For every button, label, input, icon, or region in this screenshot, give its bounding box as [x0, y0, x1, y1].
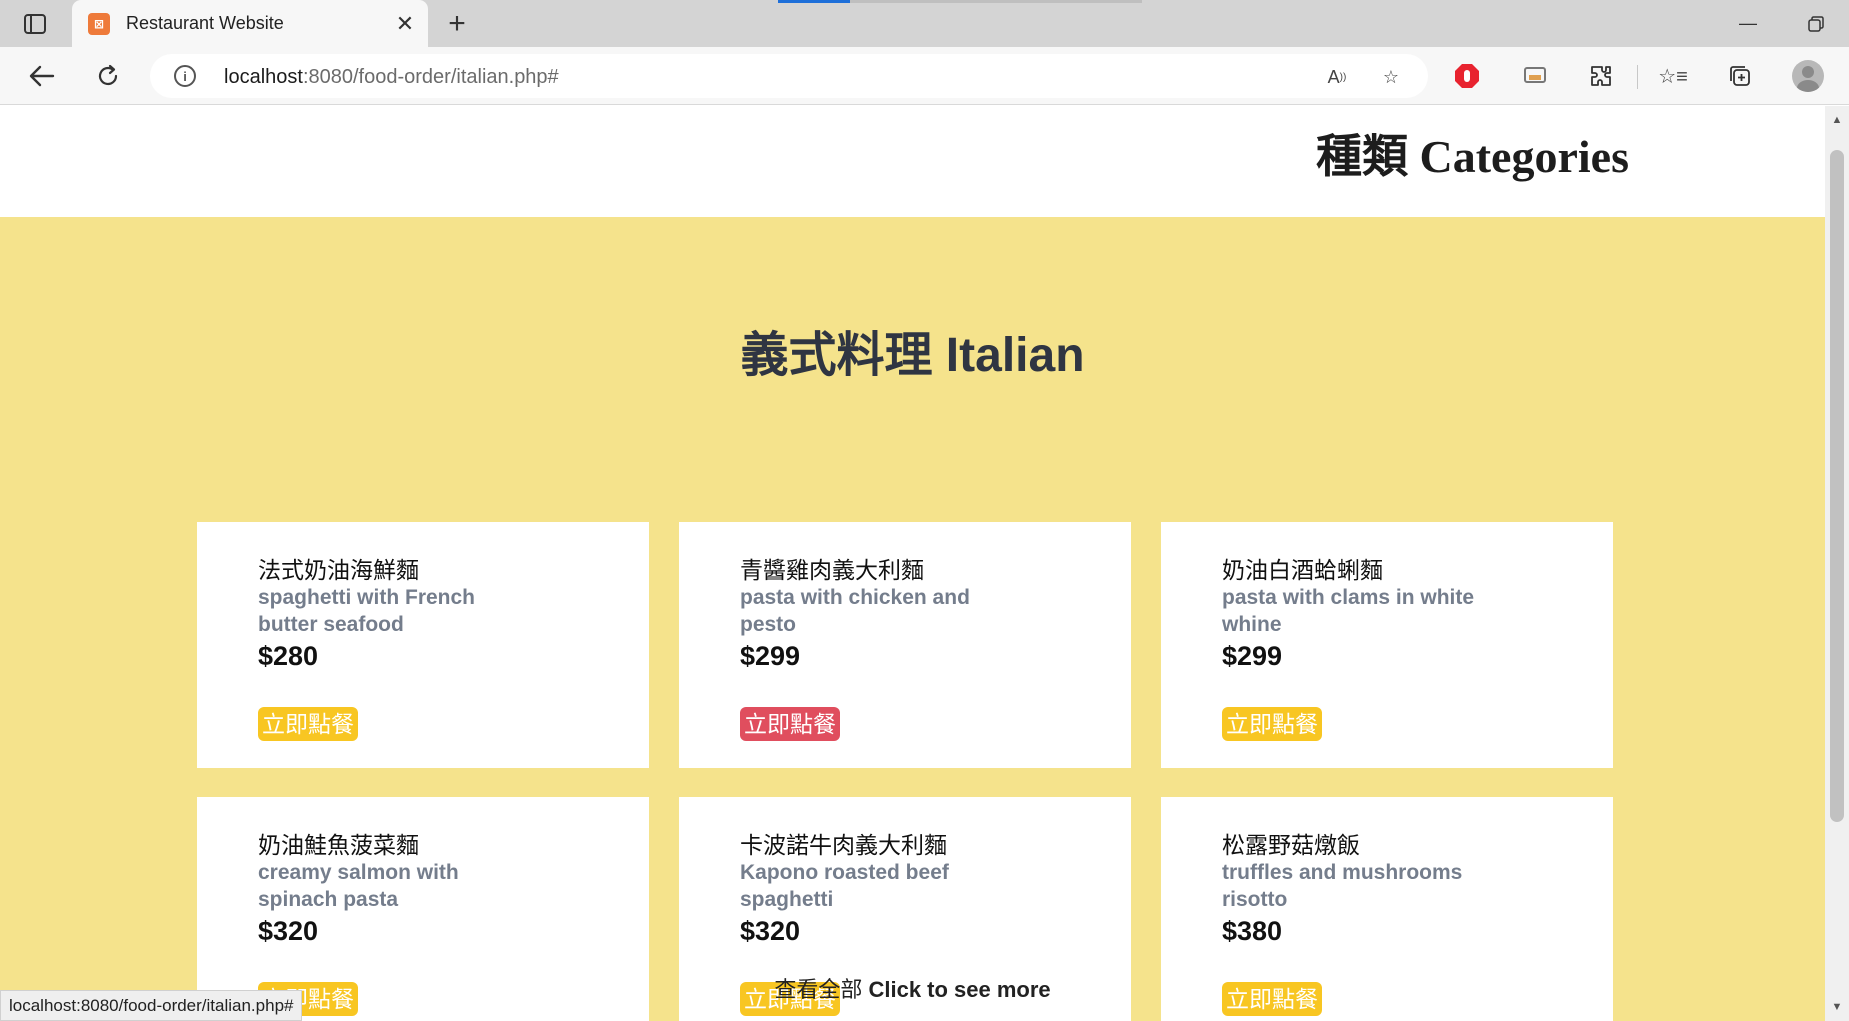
url-path: :8080/food-order/italian.php# [302, 66, 559, 88]
tab-close-icon[interactable]: ✕ [392, 11, 418, 37]
collections-shape [1730, 66, 1750, 86]
food-card: 青醬雞肉義大利麵 pasta with chicken and pesto $2… [679, 522, 1131, 768]
collections-icon[interactable] [1723, 59, 1757, 93]
food-name-en: spaghetti with French butter seafood [258, 586, 476, 636]
tab-title: Restaurant Website [126, 13, 284, 33]
scroll-down-arrow-icon[interactable]: ▼ [1825, 993, 1849, 1021]
restore-window-button[interactable] [1786, 0, 1846, 47]
food-price: $380 [1222, 916, 1283, 946]
address-bar[interactable]: i localhost:8080/food-order/italian.php#… [150, 54, 1428, 98]
food-price: $280 [258, 641, 319, 671]
see-more-zh: 查看全部 [774, 977, 863, 1002]
browser-tab-active[interactable]: ⊠ Restaurant Website ✕ [72, 0, 428, 47]
food-name-zh: 卡波諾牛肉義大利麵 [740, 832, 947, 858]
food-name-zh: 奶油白酒蛤蜊麵 [1222, 557, 1383, 583]
back-arrow-icon [29, 65, 55, 87]
reload-icon [98, 64, 118, 86]
url-host: localhost [224, 66, 303, 88]
food-name-zh: 青醬雞肉義大利麵 [740, 557, 924, 583]
read-aloud-icon[interactable]: A)) [1322, 62, 1352, 92]
scroll-thumb[interactable] [1830, 150, 1844, 822]
xampp-favicon-icon: ⊠ [88, 13, 110, 35]
loading-indicator [778, 0, 850, 3]
cast-icon[interactable] [1518, 59, 1552, 93]
food-name-en: pasta with chicken and pesto [740, 586, 970, 636]
section-title: 義式料理 Italian [740, 329, 1085, 382]
categories-heading: 種類 Categories [1316, 131, 1629, 182]
url-text[interactable]: localhost:8080/food-order/italian.php# [224, 66, 559, 89]
food-card: 法式奶油海鮮麵 spaghetti with French butter sea… [197, 522, 649, 768]
tab-bar: ⊠ Restaurant Website ✕ + — [0, 0, 1849, 47]
adblock-shape [1455, 64, 1479, 88]
order-now-button[interactable]: 立即點餐 [1222, 707, 1322, 741]
new-tab-button[interactable]: + [441, 7, 473, 40]
food-name-en: truffles and mushrooms risotto [1222, 861, 1463, 911]
back-button[interactable] [22, 56, 62, 96]
food-name-en: pasta with clams in white whine [1222, 586, 1475, 636]
puzzle-icon[interactable] [1584, 59, 1618, 93]
browser-toolbar: i localhost:8080/food-order/italian.php#… [0, 47, 1849, 105]
order-now-button[interactable]: 立即點餐 [258, 707, 358, 741]
scroll-up-arrow-icon[interactable]: ▲ [1825, 106, 1849, 134]
food-price: $320 [258, 916, 319, 946]
food-card: 奶油白酒蛤蜊麵 pasta with clams in white whine … [1161, 522, 1613, 768]
food-name-en: Kapono roasted beef spaghetti [740, 861, 949, 911]
tab-actions-button[interactable] [14, 10, 56, 38]
food-price: $299 [740, 641, 801, 671]
page-viewport: 種類 Categories 義式料理 Italian 法式奶油海鮮麵 spagh… [0, 106, 1825, 1021]
extensions-shape [1591, 66, 1611, 86]
reload-button[interactable] [88, 56, 128, 96]
cast-shape [1524, 67, 1546, 83]
food-price: $299 [1222, 641, 1283, 671]
link-status-bubble: localhost:8080/food-order/italian.php# [0, 990, 303, 1021]
profile-avatar[interactable] [1792, 60, 1824, 92]
food-price: $320 [740, 916, 801, 946]
food-name-zh: 松露野菇燉飯 [1222, 832, 1360, 858]
favorites-icon[interactable]: ☆≡ [1656, 59, 1690, 93]
restore-icon [1808, 15, 1824, 32]
food-name-zh: 奶油鮭魚菠菜麵 [258, 832, 419, 858]
food-menu-section: 義式料理 Italian 法式奶油海鮮麵 spaghetti with Fren… [0, 217, 1825, 1021]
loading-track [850, 0, 1142, 3]
tab-actions-icon [24, 14, 46, 34]
add-favorite-icon[interactable]: ☆ [1376, 62, 1406, 92]
site-info-icon[interactable]: i [174, 65, 196, 87]
order-now-button[interactable]: 立即點餐 [740, 707, 840, 741]
see-more-en: Click to see more [868, 977, 1051, 1002]
page-scrollbar[interactable]: ▲ ▼ [1825, 106, 1849, 1021]
adblock-icon[interactable] [1450, 59, 1484, 93]
food-name-zh: 法式奶油海鮮麵 [258, 557, 419, 583]
minimize-window-button[interactable]: — [1718, 0, 1778, 47]
toolbar-separator [1637, 65, 1638, 89]
food-name-en: creamy salmon with spinach pasta [258, 861, 459, 911]
